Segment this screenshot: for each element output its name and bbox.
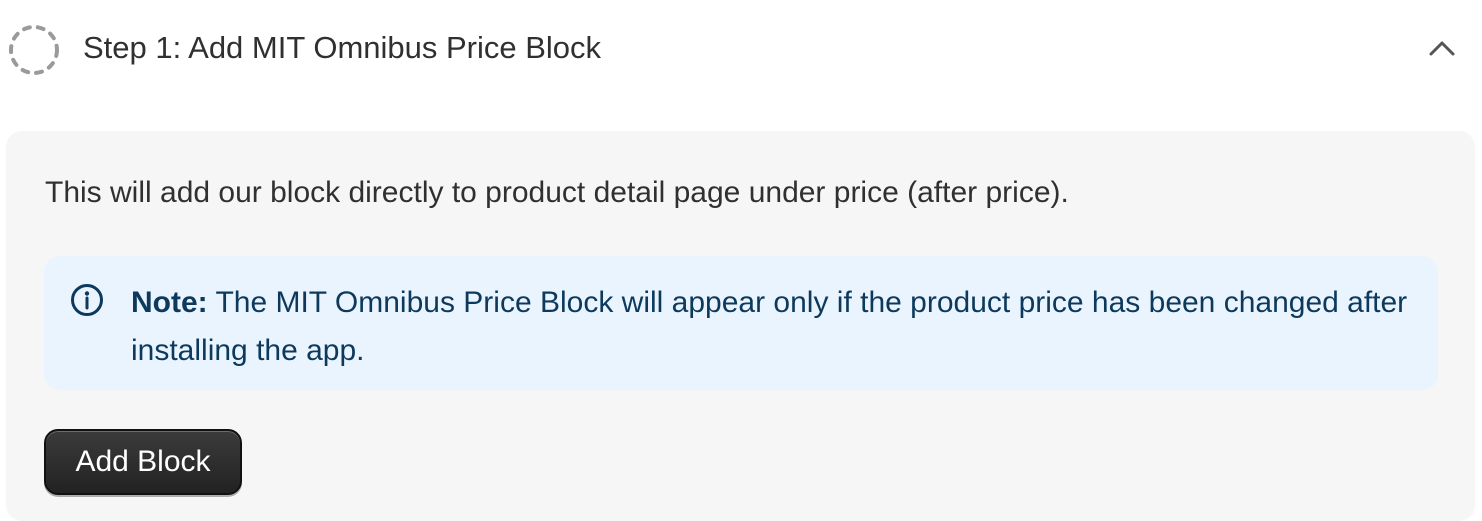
chevron-up-icon [1429, 40, 1455, 61]
collapse-toggle-button[interactable] [1420, 28, 1464, 72]
step-header: Step 1: Add MIT Omnibus Price Block [0, 0, 1482, 100]
step-title: Step 1: Add MIT Omnibus Price Block [83, 30, 602, 65]
note-banner: Note: The MIT Omnibus Price Block will a… [44, 256, 1438, 390]
add-block-button[interactable]: Add Block [44, 429, 242, 495]
step-body: This will add our block directly to prod… [6, 131, 1475, 521]
note-label: Note: [131, 286, 208, 319]
info-circle-icon [70, 283, 104, 317]
step-description: This will add our block directly to prod… [45, 176, 1069, 209]
note-message: The MIT Omnibus Price Block will appear … [131, 286, 1408, 367]
dashed-circle-incomplete-icon [7, 23, 61, 77]
note-text: Note: The MIT Omnibus Price Block will a… [131, 279, 1411, 375]
